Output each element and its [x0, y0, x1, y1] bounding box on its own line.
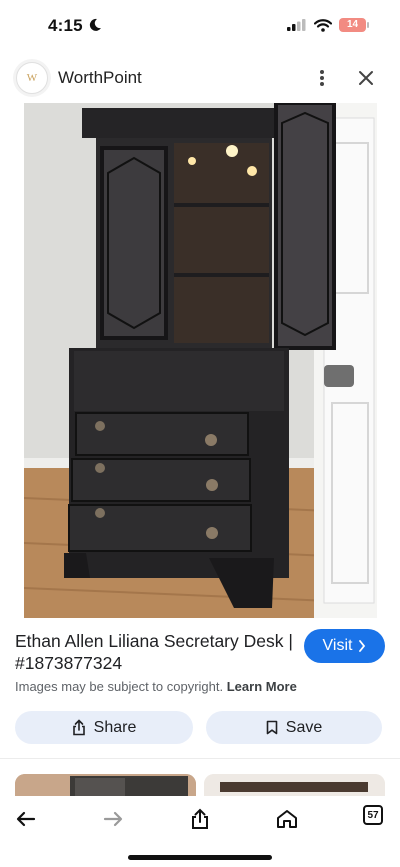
forward-button[interactable] [100, 806, 126, 832]
share-page-icon [192, 808, 208, 829]
divider [0, 758, 400, 759]
share-button[interactable]: Share [15, 711, 193, 744]
home-icon [277, 810, 297, 828]
back-icon [16, 811, 36, 827]
site-name: WorthPoint [58, 68, 142, 87]
related-thumbnail-2[interactable] [204, 774, 385, 798]
bookmark-icon [266, 720, 278, 735]
chevron-right-icon [359, 640, 366, 652]
status-bar: 4:15 14 [0, 0, 400, 56]
copyright-notice: Images may be subject to copyright. Lear… [15, 679, 297, 694]
visit-button[interactable]: Visit [304, 629, 385, 663]
result-image[interactable] [24, 103, 377, 618]
wifi-icon [314, 18, 332, 32]
result-title[interactable]: Ethan Allen Liliana Secretary Desk | #18… [15, 630, 295, 674]
more-icon[interactable] [312, 64, 332, 92]
share-label: Share [93, 718, 137, 736]
back-button[interactable] [13, 806, 39, 832]
site-logo: W [16, 62, 48, 94]
related-image-1 [15, 774, 196, 798]
copyright-text: Images may be subject to copyright. [15, 679, 224, 694]
app-bar: W WorthPoint [0, 56, 400, 102]
close-icon[interactable] [356, 68, 376, 88]
related-image-2 [204, 774, 385, 798]
moon-icon [89, 18, 101, 31]
clock: 4:15 [48, 16, 83, 35]
battery-indicator: 14 [339, 18, 369, 32]
tab-count-button[interactable]: 57 [363, 805, 383, 825]
visit-label: Visit [322, 637, 353, 654]
home-button[interactable] [274, 806, 300, 832]
forward-icon [103, 811, 123, 827]
save-button[interactable]: Save [206, 711, 382, 744]
share-page-button[interactable] [187, 806, 213, 832]
share-icon [72, 719, 85, 736]
related-thumbnail-1[interactable] [15, 774, 196, 798]
signal-icon [287, 19, 306, 31]
save-label: Save [285, 718, 323, 736]
learn-more-link[interactable]: Learn More [227, 679, 297, 694]
home-indicator [128, 855, 272, 860]
secretary-desk-photo [24, 103, 377, 618]
